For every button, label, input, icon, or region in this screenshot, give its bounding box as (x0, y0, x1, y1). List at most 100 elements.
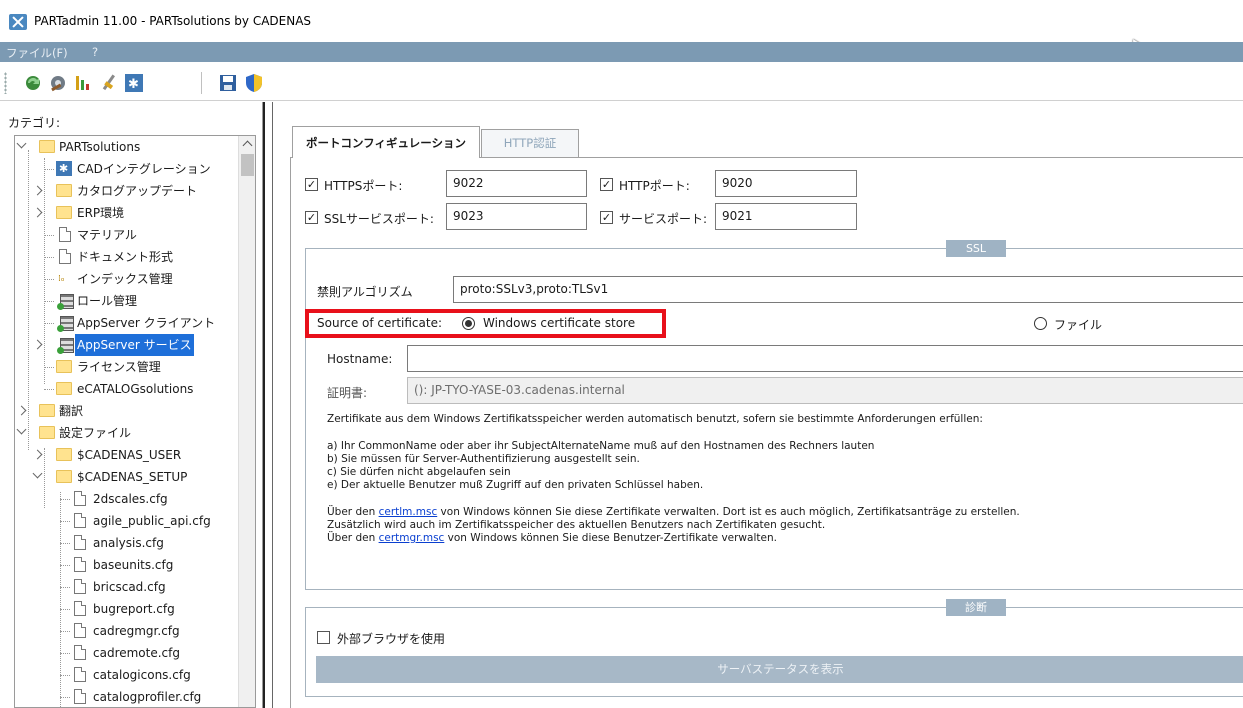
tree-item-label: catalogprofiler.cfg (93, 690, 202, 704)
refresh-icon[interactable] (23, 73, 43, 93)
tree-item-file[interactable]: bugreport.cfg (15, 598, 240, 620)
tree-item-translation[interactable]: 翻訳 (15, 400, 240, 422)
tree-line (60, 675, 70, 676)
tree-scrollbar[interactable] (238, 136, 255, 707)
tree-item-label: インデックス管理 (77, 272, 173, 286)
show-server-status-button[interactable]: サーバステータスを表示 (316, 656, 1243, 683)
tree-item-index[interactable]: ⁞ₒ インデックス管理 (15, 268, 240, 290)
tree-item-label: AppServer サービス (75, 334, 194, 356)
expand-chevron-icon[interactable] (32, 207, 43, 218)
server-icon (57, 338, 74, 354)
ssl-service-port-input[interactable]: 9023 (446, 203, 587, 230)
tree-item-erp[interactable]: ERP環境 (15, 202, 240, 224)
http-port-input[interactable]: 9020 (715, 170, 857, 197)
svg-text:✱: ✱ (128, 77, 139, 92)
tree-item-file[interactable]: baseunits.cfg (15, 554, 240, 576)
tree-line (60, 653, 70, 654)
admin-shield-icon[interactable] (244, 73, 264, 93)
tree-item-cadenas-setup[interactable]: $CADENAS_SETUP (15, 466, 240, 488)
tree-item-license[interactable]: ライセンス管理 (15, 356, 240, 378)
expand-chevron-icon[interactable] (16, 405, 27, 416)
toolbar: ✱ (0, 64, 1243, 101)
tree-line (44, 279, 54, 280)
folder-icon (56, 448, 72, 461)
diagnosis-group: 診断 外部ブラウザを使用 サーバステータスを表示 (305, 599, 1243, 697)
https-port-input[interactable]: 9022 (446, 170, 587, 197)
expand-chevron-icon[interactable] (32, 468, 43, 479)
menu-help[interactable]: ? (92, 45, 98, 59)
tree-item-file[interactable]: 2dscales.cfg (15, 488, 240, 510)
tree-item-file[interactable]: catalogprofiler.cfg (15, 686, 240, 707)
file-radio[interactable] (1034, 317, 1047, 330)
hostname-input[interactable] (407, 345, 1243, 372)
expand-chevron-icon[interactable] (16, 138, 27, 149)
title-bar: PARTadmin 11.00 - PARTsolutions by CADEN… (0, 0, 1243, 58)
tree-item-file[interactable]: catalogicons.cfg (15, 664, 240, 686)
certificate-input[interactable]: (): JP-TYO-YASE-03.cadenas.internal (407, 377, 1243, 404)
info-text-segment: von Windows können Sie diese Benutzer-Ze… (444, 532, 777, 544)
category-tree[interactable]: PARTsolutions CADインテグレーション カタログアップデート ER… (14, 135, 256, 708)
tree-item-appserver-service[interactable]: AppServer サービス (15, 334, 240, 356)
index-icon[interactable] (73, 73, 93, 93)
document-icon (74, 623, 86, 638)
tree-line (60, 697, 70, 698)
tree-item-config-files[interactable]: 設定ファイル (15, 422, 240, 444)
settings-panel: ポートコンフィギュレーション HTTP認証 ✓ HTTPSポート: 9022 ✓… (274, 102, 1243, 708)
certmgr-link[interactable]: certmgr.msc (379, 532, 445, 544)
info-text: c) Sie dürfen nicht abgelaufen sein (327, 466, 511, 478)
http-port-checkbox[interactable]: ✓ (600, 178, 613, 191)
tab-http-auth[interactable]: HTTP認証 (481, 129, 579, 157)
cad-integration-icon[interactable]: ✱ (124, 73, 144, 93)
document-icon (59, 227, 71, 242)
tree-item-label: マテリアル (77, 228, 137, 242)
tree-item-file[interactable]: cadremote.cfg (15, 642, 240, 664)
tree-item-label: カタログアップデート (77, 184, 198, 198)
tree-item-appserver-client[interactable]: AppServer クライアント (15, 312, 240, 334)
service-port-input[interactable]: 9021 (715, 203, 857, 230)
tree-item-roles[interactable]: ロール管理 (15, 290, 240, 312)
expand-chevron-icon[interactable] (32, 339, 43, 350)
cad-integration-icon (56, 158, 72, 180)
tree-item-material[interactable]: マテリアル (15, 224, 240, 246)
tree-item-label: bugreport.cfg (93, 602, 175, 616)
tree-item-label: cadremote.cfg (93, 646, 180, 660)
toolbar-grip[interactable] (4, 72, 7, 94)
expand-chevron-icon[interactable] (16, 424, 27, 435)
scroll-thumb[interactable] (241, 154, 254, 176)
tree-item-partsolutions[interactable]: PARTsolutions (15, 136, 240, 158)
menu-file[interactable]: ファイル(F) (6, 45, 68, 61)
tree-item-file[interactable]: agile_public_api.cfg (15, 510, 240, 532)
external-browser-checkbox[interactable] (317, 631, 330, 644)
service-port-checkbox[interactable]: ✓ (600, 211, 613, 224)
tree-item-file[interactable]: cadregmgr.cfg (15, 620, 240, 642)
tab-port-configuration[interactable]: ポートコンフィギュレーション (292, 126, 480, 158)
save-icon[interactable] (218, 73, 238, 93)
tree-item-catalog-update[interactable]: カタログアップデート (15, 180, 240, 202)
tree-item-cad-integration[interactable]: CADインテグレーション (15, 158, 240, 180)
ssl-service-port-checkbox[interactable]: ✓ (305, 211, 318, 224)
tree-item-file[interactable]: analysis.cfg (15, 532, 240, 554)
info-text-segment: von Windows können Sie diese Zertifikate… (437, 506, 1020, 518)
panel-splitter[interactable] (263, 102, 273, 708)
tools-icon[interactable] (99, 73, 119, 93)
document-icon (74, 557, 86, 572)
expand-chevron-icon[interactable] (32, 449, 43, 460)
tree-item-cadenas-user[interactable]: $CADENAS_USER (15, 444, 240, 466)
tree-item-document-format[interactable]: ドキュメント形式 (15, 246, 240, 268)
tree-item-label: catalogicons.cfg (93, 668, 191, 682)
expand-chevron-icon[interactable] (32, 185, 43, 196)
certlm-link[interactable]: certlm.msc (379, 506, 438, 518)
settings-gear-icon[interactable] (48, 73, 68, 93)
document-icon (74, 579, 86, 594)
tree-item-label: ERP環境 (77, 206, 125, 220)
https-port-checkbox[interactable]: ✓ (305, 178, 318, 191)
info-text: Zusätzlich wird auch im Zertifikatsspeic… (327, 519, 826, 531)
tree-line (60, 565, 70, 566)
tree-item-label: 2dscales.cfg (93, 492, 168, 506)
service-port-label: サービスポート: (619, 212, 708, 226)
tree-item-file[interactable]: bricscad.cfg (15, 576, 240, 598)
tree-item-ecatalog[interactable]: eCATALOGsolutions (15, 378, 240, 400)
scroll-up-icon[interactable] (242, 140, 253, 151)
forbidden-algorithm-input[interactable]: proto:SSLv3,proto:TLSv1 (453, 276, 1243, 303)
windows-store-radio[interactable] (462, 317, 475, 330)
